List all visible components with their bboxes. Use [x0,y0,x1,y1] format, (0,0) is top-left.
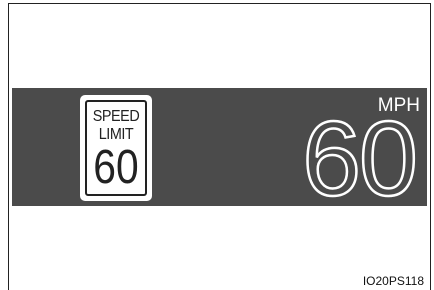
speed-limit-sign-border: SPEED LIMIT 60 [85,100,147,196]
current-speed-value: 60 [301,100,419,218]
speed-limit-sign: SPEED LIMIT 60 [80,95,152,201]
speed-limit-value: 60 [93,141,139,194]
speed-limit-label-speed: SPEED [92,108,140,125]
illustration-code: IO20PS118 [362,274,424,288]
